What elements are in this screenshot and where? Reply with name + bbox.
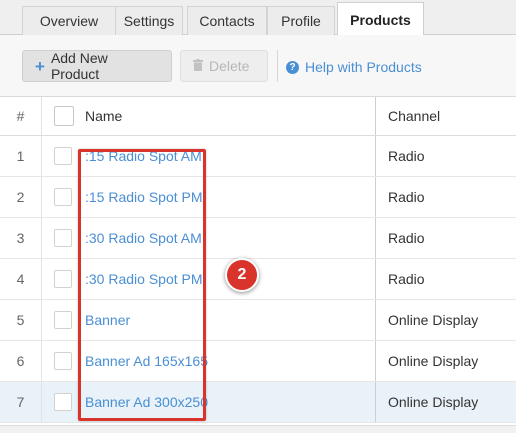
product-channel: Radio <box>375 136 516 176</box>
product-channel: Radio <box>375 177 516 217</box>
toolbar-divider <box>277 50 278 82</box>
product-channel: Radio <box>375 218 516 258</box>
trash-icon <box>193 58 203 74</box>
annotation-highlight-box <box>78 149 206 421</box>
row-checkbox[interactable] <box>54 218 72 258</box>
tab-contacts[interactable]: Contacts <box>187 6 267 35</box>
question-circle-icon: ? <box>286 60 299 74</box>
help-link-label: Help with Products <box>305 59 422 75</box>
delete-button[interactable]: Delete <box>180 50 268 82</box>
tab-products[interactable]: Products <box>337 2 424 36</box>
column-header-name[interactable]: Name <box>85 97 122 135</box>
row-number: 3 <box>0 218 42 258</box>
row-checkbox[interactable] <box>54 300 72 340</box>
row-checkbox[interactable] <box>54 177 72 217</box>
plus-icon: + <box>35 56 45 76</box>
tab-label: Settings <box>123 13 175 29</box>
product-channel: Online Display <box>375 341 516 381</box>
row-number: 2 <box>0 177 42 217</box>
tab-settings[interactable]: Settings <box>115 6 183 35</box>
tab-label: Overview <box>39 13 99 29</box>
product-channel: Online Display <box>375 382 516 422</box>
column-header-number: # <box>0 97 42 135</box>
help-with-products-link[interactable]: ? Help with Products <box>286 59 422 75</box>
row-checkbox[interactable] <box>54 341 72 381</box>
row-number: 4 <box>0 259 42 299</box>
row-number: 1 <box>0 136 42 176</box>
row-number: 5 <box>0 300 42 340</box>
step-number-badge: 2 <box>225 258 259 292</box>
add-button-label: Add New Product <box>50 50 108 82</box>
select-all-checkbox[interactable] <box>54 97 74 135</box>
row-number: 6 <box>0 341 42 381</box>
row-checkbox[interactable] <box>54 382 72 422</box>
column-header-channel[interactable]: Channel <box>375 97 516 135</box>
product-channel: Online Display <box>375 300 516 340</box>
product-channel: Radio <box>375 259 516 299</box>
toolbar: + Add New Product Delete ? Help with Pro… <box>0 35 516 97</box>
row-checkbox[interactable] <box>54 259 72 299</box>
row-number: 7 <box>0 382 42 422</box>
tab-label: Profile <box>281 13 321 29</box>
row-checkbox[interactable] <box>54 136 72 176</box>
table-header-row: # Name Channel <box>0 97 516 136</box>
tab-label: Contacts <box>199 13 255 29</box>
tab-label: Products <box>350 11 411 28</box>
add-new-product-button[interactable]: + Add New Product <box>22 50 172 82</box>
delete-button-label: Delete <box>209 58 250 74</box>
tab-overview[interactable]: Overview <box>22 6 116 35</box>
tab-profile[interactable]: Profile <box>267 6 335 35</box>
tab-bar: Overview Settings Contacts Profile Produ… <box>0 0 516 36</box>
table-footer-strip <box>0 425 516 433</box>
